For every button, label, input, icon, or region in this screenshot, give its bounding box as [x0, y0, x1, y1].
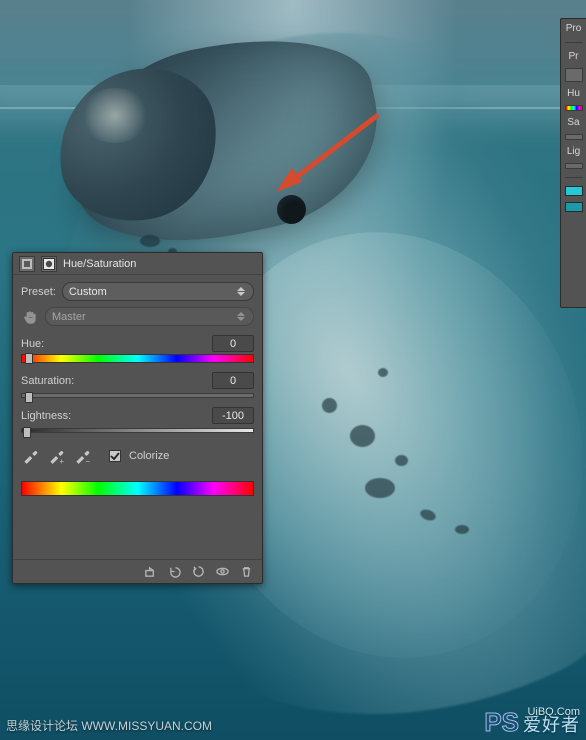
- preset-row: Preset: Custom: [21, 282, 254, 301]
- saturation-slider-block: Saturation:: [21, 372, 254, 398]
- mask-icon[interactable]: [41, 256, 57, 272]
- hue-saturation-panel: Hue/Saturation Preset: Custom Master: [12, 252, 263, 584]
- side-hand-icon[interactable]: [565, 68, 583, 82]
- divider: [565, 42, 583, 43]
- clip-to-layer-icon[interactable]: [142, 564, 158, 580]
- preset-value: Custom: [69, 286, 107, 298]
- side-light-track[interactable]: [565, 163, 583, 169]
- canvas-viewport: Hue/Saturation Preset: Custom Master: [0, 0, 586, 740]
- adjustment-layer-icon[interactable]: [19, 256, 35, 272]
- panel-body: Preset: Custom Master Hue:: [13, 275, 262, 502]
- preset-label: Preset:: [21, 286, 56, 298]
- watermark-left: 思缘设计论坛 WWW.MISSYUAN.COM: [6, 717, 212, 734]
- saturation-label: Saturation:: [21, 375, 74, 387]
- eyedropper-icon[interactable]: [21, 447, 39, 465]
- side-color-swatch[interactable]: [565, 202, 583, 212]
- saturation-input[interactable]: [212, 372, 254, 389]
- panel-footer: [13, 559, 262, 583]
- hue-input[interactable]: [212, 335, 254, 352]
- hue-slider-block: Hue:: [21, 335, 254, 363]
- preset-select[interactable]: Custom: [62, 282, 254, 301]
- visibility-icon[interactable]: [214, 564, 230, 580]
- properties-panel-cropped: Pro Pr Hu Sa Lig: [560, 18, 586, 308]
- eyedropper-row: + − Colorize: [21, 447, 254, 465]
- channel-stepper-icon: [237, 312, 247, 321]
- shark-spot: [322, 398, 337, 413]
- properties-header: Pro: [566, 23, 582, 34]
- side-color-swatch[interactable]: [565, 186, 583, 196]
- lightness-slider-grip[interactable]: [23, 427, 31, 438]
- trash-icon[interactable]: [238, 564, 254, 580]
- shark-eye: [277, 195, 306, 224]
- preset-stepper-icon: [237, 287, 247, 296]
- shark-spot: [378, 368, 388, 377]
- colorize-label: Colorize: [129, 450, 169, 462]
- saturation-slider-grip[interactable]: [25, 392, 33, 403]
- targeted-adjustment-icon[interactable]: [21, 308, 39, 326]
- svg-text:−: −: [85, 457, 90, 465]
- colorize-checkbox[interactable]: [109, 450, 121, 462]
- side-preset-label: Pr: [569, 51, 579, 62]
- side-light-label: Lig: [567, 146, 580, 157]
- hue-spectrum-bar: [21, 481, 254, 496]
- hue-slider-grip[interactable]: [25, 353, 33, 364]
- lightness-label: Lightness:: [21, 410, 71, 422]
- lightness-slider-block: Lightness:: [21, 407, 254, 433]
- side-hue-label: Hu: [567, 88, 580, 99]
- lightness-slider-track[interactable]: [21, 428, 254, 433]
- shark-spot: [350, 425, 375, 447]
- channel-select: Master: [45, 307, 254, 326]
- lightness-input[interactable]: [212, 407, 254, 424]
- side-sat-label: Sa: [567, 117, 579, 128]
- channel-row: Master: [21, 307, 254, 326]
- channel-value: Master: [52, 311, 86, 323]
- shark-spot: [365, 478, 395, 498]
- shark-blood-spot: [140, 235, 160, 247]
- eyedropper-subtract-icon[interactable]: −: [73, 447, 91, 465]
- side-hue-strip[interactable]: [565, 105, 583, 111]
- shark-spot: [395, 455, 408, 466]
- divider: [565, 177, 583, 178]
- hue-label: Hue:: [21, 338, 44, 350]
- side-sat-track[interactable]: [565, 134, 583, 140]
- hue-slider-track[interactable]: [21, 354, 254, 363]
- shark-spot: [455, 525, 469, 534]
- saturation-slider-track[interactable]: [21, 393, 254, 398]
- svg-text:+: +: [59, 457, 64, 465]
- shark-highlight: [80, 88, 150, 143]
- reset-icon[interactable]: [190, 564, 206, 580]
- eyedropper-add-icon[interactable]: +: [47, 447, 65, 465]
- watermark-ps: PS: [484, 707, 519, 738]
- view-previous-state-icon[interactable]: [166, 564, 182, 580]
- watermark-url: UiBQ.Com: [527, 706, 580, 718]
- panel-title: Hue/Saturation: [63, 258, 136, 270]
- panel-header[interactable]: Hue/Saturation: [13, 253, 262, 275]
